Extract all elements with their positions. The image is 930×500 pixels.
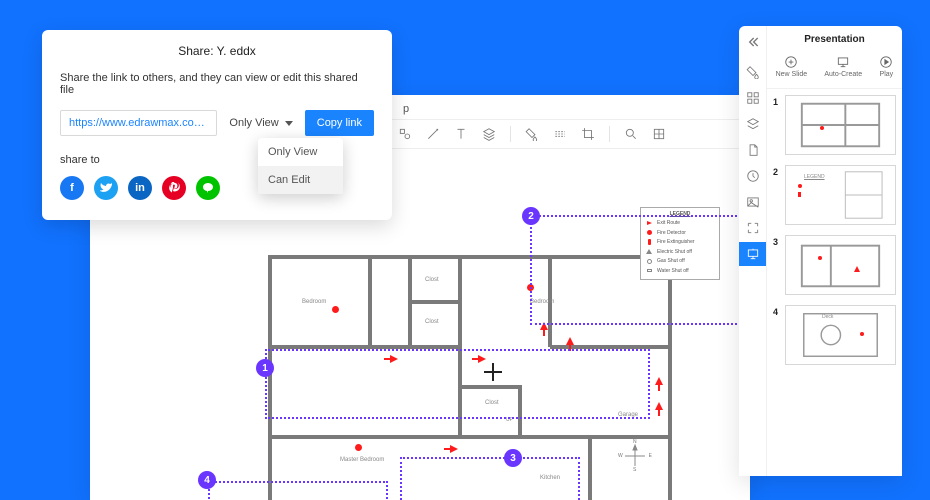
share-dialog-description: Share the link to others, and they can v… (60, 72, 374, 96)
presentation-icon[interactable] (745, 246, 761, 262)
linkedin-icon[interactable]: in (128, 176, 152, 200)
line-icon[interactable] (196, 176, 220, 200)
permission-option[interactable]: Only View (258, 138, 343, 166)
exit-arrow-icon (655, 377, 663, 385)
share-url-input[interactable]: https://www.edrawmax.com/server... (60, 110, 217, 136)
presentation-panel: Presentation New Slide Auto-Create Play … (739, 26, 902, 476)
room-label: Clost (425, 277, 439, 283)
layers-icon[interactable] (745, 116, 761, 132)
permission-option[interactable]: Can Edit (258, 166, 343, 194)
layers-icon[interactable] (482, 127, 496, 141)
slide-item[interactable]: 1 (773, 95, 896, 155)
slide-thumbnail[interactable] (785, 95, 896, 155)
facebook-icon[interactable]: f (60, 176, 84, 200)
menu-item[interactable]: p (403, 103, 409, 115)
slide-item[interactable]: 4 Deck (773, 305, 896, 365)
image-icon[interactable] (745, 194, 761, 210)
expand-icon[interactable] (745, 220, 761, 236)
slide-item[interactable]: 2 LEGEND (773, 165, 896, 225)
slide-marker[interactable]: 4 (198, 471, 216, 489)
new-slide-button[interactable]: New Slide (776, 55, 808, 78)
share-dialog-title: Share: Y. eddx (60, 44, 374, 58)
page-icon[interactable] (745, 142, 761, 158)
shapes-icon[interactable] (398, 127, 412, 141)
slide-item[interactable]: 3 (773, 235, 896, 295)
permission-select[interactable]: Only View (225, 110, 296, 136)
history-icon[interactable] (745, 168, 761, 184)
connector-icon[interactable] (426, 127, 440, 141)
fill-icon[interactable] (525, 127, 539, 141)
auto-create-button[interactable]: Auto-Create (824, 55, 862, 78)
copy-link-button[interactable]: Copy link (305, 110, 374, 136)
slide-region[interactable] (530, 215, 745, 325)
slide-marker[interactable]: 3 (504, 449, 522, 467)
room-label: Master Bedroom (340, 457, 384, 463)
slide-region[interactable] (208, 481, 388, 500)
grid-icon[interactable] (745, 90, 761, 106)
search-icon[interactable] (624, 127, 638, 141)
slide-marker[interactable]: 2 (522, 207, 540, 225)
slide-marker[interactable]: 1 (256, 359, 274, 377)
slide-list: 1 2 LEGEND 3 (767, 89, 902, 476)
line-style-icon[interactable] (553, 127, 567, 141)
slide-region[interactable] (400, 457, 580, 500)
grid-icon[interactable] (652, 127, 666, 141)
play-button[interactable]: Play (879, 55, 893, 78)
crop-icon[interactable] (581, 127, 595, 141)
fire-detector-icon (332, 306, 339, 313)
presentation-sidebar (739, 26, 767, 476)
text-icon[interactable] (454, 127, 468, 141)
slide-thumbnail[interactable] (785, 235, 896, 295)
room-label: Clost (425, 319, 439, 325)
presentation-title: Presentation (767, 26, 902, 51)
slide-thumbnail[interactable]: Deck (785, 305, 896, 365)
twitter-icon[interactable] (94, 176, 118, 200)
permission-menu: Only View Can Edit (258, 138, 343, 194)
collapse-icon[interactable] (745, 34, 761, 50)
slide-region[interactable] (265, 349, 650, 419)
compass: N E S W (622, 443, 648, 469)
slide-thumbnail[interactable]: LEGEND (785, 165, 896, 225)
exit-arrow-icon (566, 337, 574, 345)
exit-arrow-icon (655, 402, 663, 410)
fire-detector-icon (355, 444, 362, 451)
exit-arrow-icon (450, 445, 458, 453)
room-label: Bedroom (302, 299, 326, 305)
fill-bucket-icon[interactable] (745, 64, 761, 80)
pinterest-icon[interactable] (162, 176, 186, 200)
